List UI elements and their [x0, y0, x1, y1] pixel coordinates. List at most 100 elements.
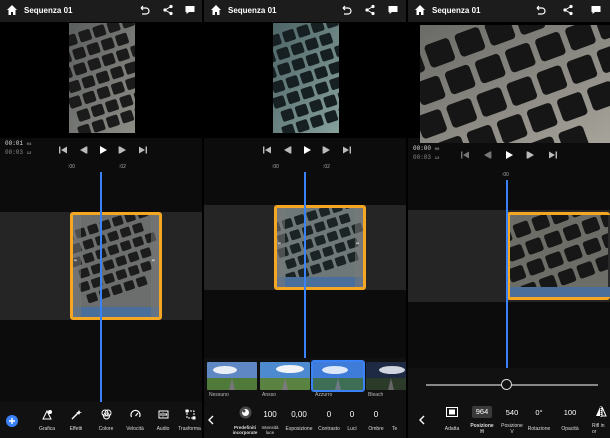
speed-button[interactable]: Velocità [121, 402, 149, 438]
skip-end-icon[interactable] [548, 150, 558, 160]
home-icon[interactable] [210, 4, 222, 16]
undo-icon[interactable] [340, 4, 352, 16]
share-icon[interactable] [562, 4, 574, 16]
transform-toolbar: Adatta 964 Posizione H 540 Posizione V 0… [408, 402, 610, 438]
skip-end-icon[interactable] [138, 145, 148, 155]
shadows-control[interactable]: 0 Ombre [364, 402, 388, 438]
transform-button[interactable]: Trasforma [177, 402, 202, 438]
comment-icon[interactable] [590, 4, 602, 16]
playhead[interactable] [304, 172, 306, 358]
flip-horizontal-control[interactable]: Rifl in or [592, 402, 610, 438]
home-icon[interactable] [414, 4, 426, 16]
slider-knob[interactable] [501, 379, 513, 390]
road-landscape-graphic [366, 362, 406, 390]
graphics-button[interactable]: Grafica [34, 402, 60, 438]
value-slider [408, 368, 610, 402]
trim-handle-left[interactable]: " [73, 215, 81, 317]
trim-handle-left[interactable]: " [277, 208, 285, 287]
project-title: Sequenza 01 [24, 6, 73, 15]
undo-icon[interactable] [138, 4, 150, 16]
speed-icon [130, 409, 141, 418]
playhead[interactable] [100, 172, 102, 402]
step-back-icon[interactable] [78, 145, 88, 155]
timecode-total: 00:03 12 [413, 154, 440, 161]
clip-thumbnail [73, 215, 159, 307]
project-title: Sequenza 01 [432, 6, 481, 15]
step-back-icon[interactable] [282, 145, 292, 155]
home-icon[interactable] [6, 4, 18, 16]
opacity-control[interactable]: 100 Opacità [558, 402, 582, 438]
audio-waveform [73, 307, 159, 317]
top-bar: Sequenza 01 [0, 0, 202, 22]
skip-start-icon[interactable] [58, 145, 68, 155]
ruler-label: :00 [502, 172, 509, 178]
timeline-ruler[interactable]: :00 :02 [0, 164, 202, 172]
comment-icon[interactable] [184, 4, 196, 16]
ruler-label: :02 [323, 164, 330, 170]
road-landscape-graphic [260, 362, 310, 390]
back-chevron-icon[interactable] [207, 415, 215, 425]
preset-label: Azzurro [315, 392, 333, 398]
exposure-control[interactable]: 0,00 Esposizione [284, 402, 314, 438]
timecode-current: 00:00 00 [413, 145, 440, 152]
add-button[interactable] [2, 402, 22, 438]
rotation-control[interactable]: 0° Rotazione [526, 402, 552, 438]
color-icon [101, 409, 112, 420]
keyboard-photo [69, 23, 135, 133]
audio-waveform [277, 277, 363, 287]
video-clip-selected[interactable]: " " [70, 212, 162, 320]
keyboard-photo [273, 23, 339, 133]
light-intensity-control[interactable]: 100 Intensità luce [259, 402, 281, 438]
share-icon[interactable] [364, 4, 376, 16]
undo-icon[interactable] [534, 4, 546, 16]
video-preview[interactable] [0, 22, 202, 138]
add-icon [6, 415, 18, 427]
video-clip-selected[interactable]: " " [274, 205, 366, 290]
timeline-ruler[interactable]: :00 [408, 172, 610, 180]
play-icon[interactable] [302, 145, 312, 155]
back-chevron-icon[interactable] [418, 415, 426, 425]
keyboard-photo-graphic [69, 23, 135, 133]
color-button[interactable]: Colore [93, 402, 119, 438]
flip-horizontal-icon [596, 406, 607, 418]
playhead[interactable] [506, 180, 508, 368]
step-back-icon[interactable] [482, 150, 492, 160]
video-preview[interactable] [204, 22, 406, 138]
skip-start-icon[interactable] [460, 150, 470, 160]
keyboard-photo-graphic [420, 25, 610, 143]
preset-thumbnail[interactable] [260, 362, 310, 390]
trim-handle-right[interactable]: " [355, 208, 363, 287]
timeline-ruler[interactable]: :00 :02 [204, 164, 406, 172]
adjustments-toolbar: Predefiniti incorporate 100 Intensità lu… [204, 402, 406, 438]
video-preview[interactable] [408, 22, 610, 143]
builtin-presets-button[interactable]: Predefiniti incorporate [230, 402, 260, 438]
preset-thumbnail[interactable] [366, 362, 406, 390]
road-landscape-graphic [207, 362, 257, 390]
preset-thumbnail-selected[interactable] [311, 360, 365, 392]
play-icon[interactable] [504, 150, 514, 160]
step-forward-icon[interactable] [118, 145, 128, 155]
audio-button[interactable]: Audio [150, 402, 176, 438]
highlights-control[interactable]: 0 Luci [342, 402, 362, 438]
skip-end-icon[interactable] [342, 145, 352, 155]
step-forward-icon[interactable] [526, 150, 536, 160]
ruler-label: :00 [68, 164, 75, 170]
temperature-control[interactable]: Te [392, 402, 406, 438]
bottom-toolbar: Grafica Effetti Colore Velocità Audio Tr… [0, 402, 202, 438]
skip-start-icon[interactable] [262, 145, 272, 155]
effects-button[interactable]: Effetti [63, 402, 89, 438]
top-bar: Sequenza 01 [408, 0, 610, 22]
comment-icon[interactable] [387, 4, 399, 16]
play-icon[interactable] [98, 145, 108, 155]
preset-thumbnail[interactable] [207, 362, 257, 390]
step-forward-icon[interactable] [322, 145, 332, 155]
keyboard-photo-graphic [273, 23, 339, 133]
trim-handle-right[interactable]: " [151, 215, 159, 317]
video-clip-selected[interactable] [507, 212, 610, 300]
position-h-control[interactable]: 964 Posizione H [468, 402, 496, 438]
share-icon[interactable] [162, 4, 174, 16]
position-v-control[interactable]: 540 Posizione V [500, 402, 524, 438]
editor-panel-transform: Sequenza 01 00:00 00 00:03 12:00 Adatta… [408, 0, 610, 438]
contrast-control[interactable]: 0 Contrasto [316, 402, 342, 438]
fit-button[interactable]: Adatta [438, 402, 466, 438]
